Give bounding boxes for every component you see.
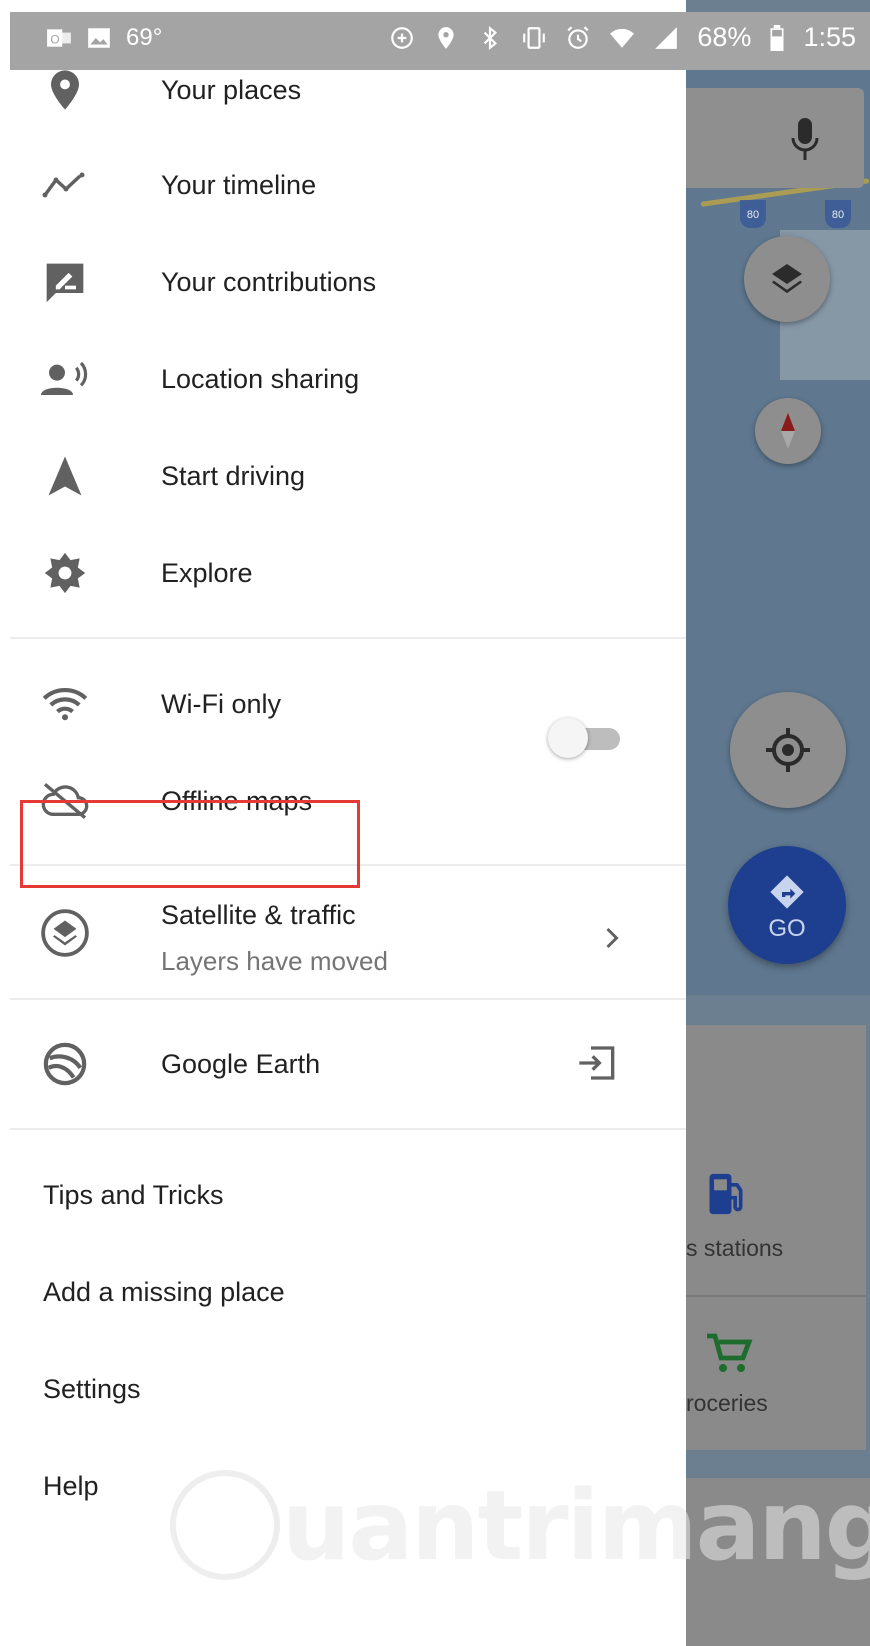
divider	[10, 998, 686, 1000]
menu-your-contributions[interactable]: Your contributions	[10, 232, 686, 332]
menu-label: Satellite & traffic	[161, 900, 356, 930]
battery-percent: 68%	[697, 22, 752, 52]
menu-label: Location sharing	[161, 363, 360, 394]
menu-satellite-traffic[interactable]: Satellite & traffic Layers have moved	[10, 880, 686, 998]
category-groceries[interactable]: roceries	[686, 1390, 768, 1417]
menu-sublabel: Layers have moved	[161, 946, 388, 976]
link-add-missing-place[interactable]: Add a missing place	[43, 1277, 285, 1308]
battery-icon	[770, 24, 784, 51]
compass-icon	[781, 413, 795, 449]
menu-label: Your places	[161, 74, 302, 105]
pin-icon	[40, 65, 90, 115]
my-location-button[interactable]	[730, 692, 846, 808]
layers-icon	[772, 264, 802, 294]
directions-icon	[770, 875, 804, 909]
layers-circle-icon	[40, 908, 90, 958]
menu-label: Google Earth	[161, 1048, 321, 1079]
category-gas-stations[interactable]: s stations	[686, 1235, 783, 1262]
navigation-arrow-icon	[40, 451, 90, 501]
search-card[interactable]	[686, 88, 864, 188]
divider	[10, 1128, 686, 1130]
contributions-icon	[40, 257, 90, 307]
highlight-box	[20, 800, 360, 888]
watermark-text: uantrimang	[282, 1470, 870, 1582]
lightbulb-logo-icon	[170, 1470, 280, 1580]
link-help[interactable]: Help	[43, 1471, 99, 1502]
shopping-cart-icon[interactable]	[704, 1330, 754, 1378]
menu-your-places[interactable]: Your places	[10, 40, 686, 140]
location-sharing-icon	[40, 354, 90, 404]
link-tips-and-tricks[interactable]: Tips and Tricks	[43, 1180, 224, 1211]
gas-station-icon[interactable]	[704, 1170, 748, 1218]
chevron-right-icon	[606, 927, 619, 949]
go-label: GO	[768, 915, 806, 942]
menu-explore[interactable]: Explore	[10, 523, 686, 623]
watermark: uantrimang	[170, 1470, 870, 1590]
menu-label: Wi-Fi only	[161, 688, 281, 719]
menu-label: Start driving	[161, 460, 306, 491]
menu-your-timeline[interactable]: Your timeline	[10, 135, 686, 235]
wifi-icon	[40, 679, 90, 729]
menu-label: Your contributions	[161, 266, 377, 297]
menu-google-earth[interactable]: Google Earth	[10, 1014, 686, 1114]
category-divider	[686, 1295, 866, 1297]
highway-shield: 80	[825, 200, 851, 228]
compass-button[interactable]	[755, 398, 821, 464]
menu-label: Your timeline	[161, 169, 317, 200]
timeline-icon	[40, 160, 90, 210]
link-settings[interactable]: Settings	[43, 1374, 141, 1405]
my-location-icon	[766, 728, 810, 772]
explore-icon	[40, 548, 90, 598]
open-external-icon	[579, 1046, 615, 1080]
microphone-icon[interactable]	[790, 116, 820, 162]
wifi-only-toggle[interactable]	[548, 718, 626, 758]
category-panel: s stations roceries	[686, 1025, 866, 1450]
menu-label: Explore	[161, 557, 253, 588]
menu-start-driving[interactable]: Start driving	[10, 426, 686, 526]
highway-shield: 80	[740, 200, 766, 228]
go-button[interactable]: GO	[728, 846, 846, 964]
layers-button[interactable]	[744, 236, 830, 322]
divider	[10, 637, 686, 639]
earth-icon	[40, 1039, 90, 1089]
menu-location-sharing[interactable]: Location sharing	[10, 329, 686, 429]
clock: 1:55	[803, 22, 856, 52]
toggle-knob	[548, 718, 588, 758]
